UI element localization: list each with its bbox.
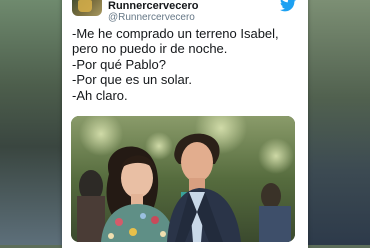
background-left-panel [0, 0, 62, 245]
author-avatar[interactable] [72, 0, 102, 16]
tweet-line: pero no puedo ir de noche. [72, 41, 228, 57]
tweet-photo[interactable] [71, 116, 295, 242]
avatar-beer-glass [78, 0, 92, 12]
tweet-line: -Por qué Pablo? [72, 56, 166, 72]
tweet-line: -Ah claro. [72, 87, 128, 103]
tweet-text: -Me he comprado un terreno Isabel, pero … [72, 26, 302, 103]
author-handle[interactable]: @Runnercervecero [108, 12, 195, 23]
tweet-line: -Me he comprado un terreno Isabel, [72, 26, 279, 41]
photo-illustration [71, 116, 295, 242]
tweet-card[interactable]: Runnercervecero @Runnercervecero -Me he … [62, 0, 308, 248]
background-right-panel [308, 0, 370, 245]
tweet-line: -Por que es un solar. [72, 72, 192, 88]
twitter-bird-icon[interactable] [280, 0, 296, 12]
author-display-name[interactable]: Runnercervecero [108, 0, 199, 12]
